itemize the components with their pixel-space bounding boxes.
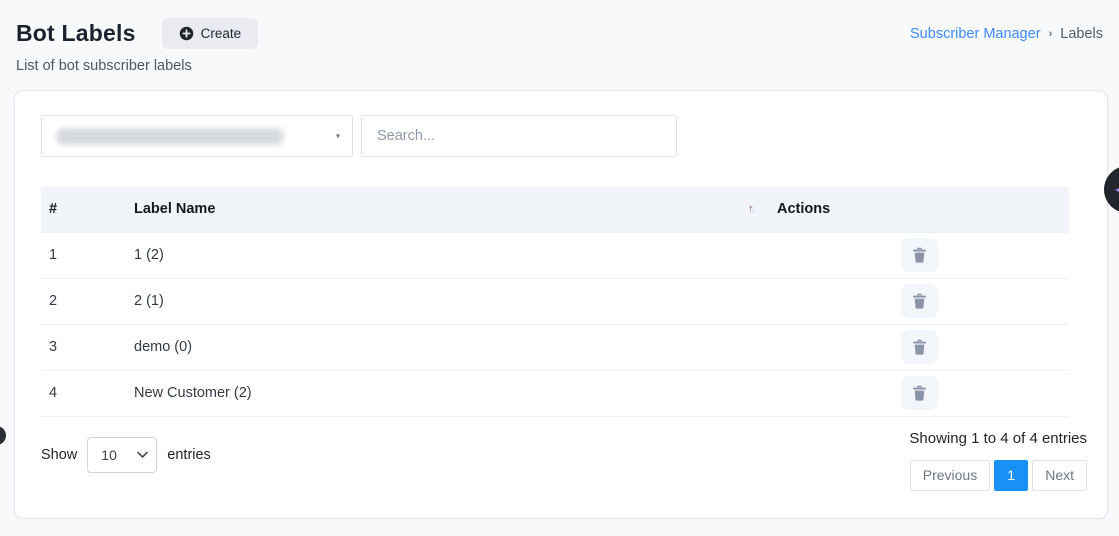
row-actions [769,232,1069,278]
table-row: 2 2 (1) [41,278,1069,324]
page-size-control: Show 10 entries [41,430,211,473]
row-actions [769,370,1069,416]
page-size-select[interactable]: 10 [87,437,157,473]
delete-label-button[interactable] [901,238,938,272]
table-header-row: # Label Name ↑↓ Actions [41,187,1069,232]
table-body: 1 1 (2) 2 2 (1) [41,232,1069,416]
row-label: 2 (1) [126,278,769,324]
table-footer: Show 10 entries Showing 1 to 4 of 4 entr… [41,430,1087,491]
labels-card: ▾ # Label Name ↑↓ Actions 1 1 (2) [14,90,1108,519]
row-index: 1 [41,232,126,278]
bot-select-dropdown[interactable]: ▾ [41,115,353,157]
table-row: 3 demo (0) [41,324,1069,370]
column-header-actions: Actions [769,187,1069,232]
row-index: 3 [41,324,126,370]
row-label: 1 (2) [126,232,769,278]
breadcrumb: Subscriber Manager › Labels [910,26,1103,42]
sparkle-icon [1109,177,1119,203]
sort-descending-icon: ↓ [751,203,754,215]
trash-icon [912,339,927,355]
row-label: New Customer (2) [126,370,769,416]
delete-label-button[interactable] [901,330,938,364]
table-row: 4 New Customer (2) [41,370,1069,416]
row-index: 2 [41,278,126,324]
left-edge-widget[interactable] [0,426,6,445]
page-header: Bot Labels Create Subscriber Manager › L… [0,0,1119,74]
search-input[interactable] [361,115,677,157]
column-header-label-name[interactable]: Label Name ↑↓ [126,187,769,232]
table-controls: ▾ [41,115,1087,157]
showing-summary: Showing 1 to 4 of 4 entries [909,430,1087,447]
show-label: Show [41,447,77,463]
trash-icon [912,293,927,309]
delete-label-button[interactable] [901,284,938,318]
row-actions [769,324,1069,370]
previous-page-button[interactable]: Previous [910,460,990,491]
bot-select-redacted-value [56,128,284,145]
table-head: # Label Name ↑↓ Actions [41,187,1069,232]
plus-circle-icon [179,26,194,41]
page-size-select-wrap: 10 [87,437,157,473]
footer-right: Showing 1 to 4 of 4 entries Previous 1 N… [909,430,1087,491]
row-label: demo (0) [126,324,769,370]
next-page-button[interactable]: Next [1032,460,1087,491]
page-subtitle: List of bot subscriber labels [16,58,1103,74]
row-actions [769,278,1069,324]
create-button[interactable]: Create [162,18,259,49]
page-title: Bot Labels [16,20,136,47]
column-header-label-name-text: Label Name [134,201,215,217]
sort-arrows-icon[interactable]: ↑↓ [748,203,753,215]
pagination: Previous 1 Next [910,460,1087,491]
caret-down-icon: ▾ [336,132,340,141]
labels-table: # Label Name ↑↓ Actions 1 1 (2) [41,187,1069,417]
trash-icon [912,247,927,263]
delete-label-button[interactable] [901,376,938,410]
create-button-label: Create [201,26,242,41]
row-index: 4 [41,370,126,416]
trash-icon [912,385,927,401]
breadcrumb-current: Labels [1060,26,1103,42]
entries-label: entries [167,447,211,463]
column-header-index: # [41,187,126,232]
page-1-button[interactable]: 1 [994,460,1028,491]
breadcrumb-separator-icon: › [1049,28,1053,40]
breadcrumb-subscriber-manager-link[interactable]: Subscriber Manager [910,26,1041,42]
table-row: 1 1 (2) [41,232,1069,278]
